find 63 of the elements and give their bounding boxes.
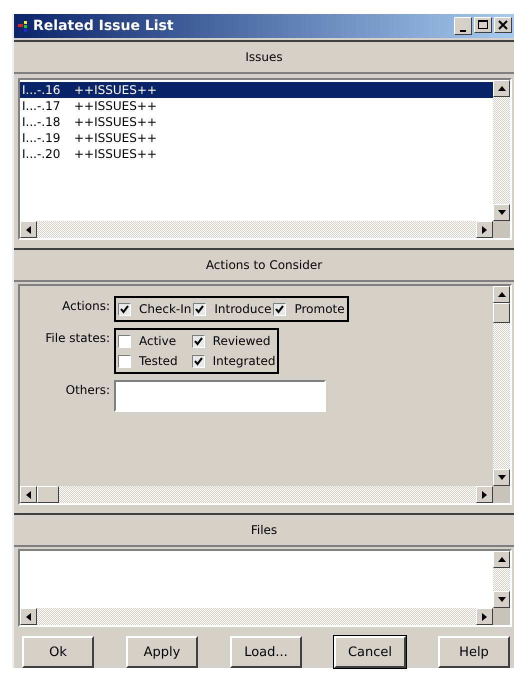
checkmark-icon [192,356,204,366]
field-label: File states: [44,330,110,345]
field-label: Others: [64,382,110,397]
scroll-thumb[interactable] [493,303,510,323]
scroll-left-button[interactable] [20,608,37,625]
arrow-up-icon [498,86,506,91]
issue-row[interactable]: I...-.16 ++ISSUES++ [20,82,493,98]
minimize-icon [460,30,466,32]
scroll-left-button[interactable] [20,486,37,503]
scroll-right-button[interactable] [476,486,493,503]
checkmark-icon [274,304,286,314]
checkbox[interactable]: Promote [273,299,345,319]
arrow-right-icon [482,226,487,234]
arrow-right-icon [482,490,487,498]
scroll-down-button[interactable] [493,204,510,221]
checkbox[interactable]: Introduce [193,299,272,319]
arrow-left-icon [26,612,31,620]
issue-row[interactable]: I...-.20 ++ISSUES++ [20,146,493,162]
section-header: Actions to Consider [206,258,322,272]
scroll-up-button[interactable] [493,80,510,97]
close-button[interactable] [494,17,512,33]
checkbox[interactable]: Integrated [192,351,276,371]
scroll-down-button[interactable] [493,591,510,608]
arrow-right-icon [482,612,487,620]
issue-row[interactable]: I...-.18 ++ISSUES++ [20,114,493,130]
checkmark-icon [119,304,130,314]
field-label: Actions: [61,298,110,313]
section-header: Issues [245,50,283,64]
maximize-icon [478,20,488,30]
arrow-up-icon [498,557,506,562]
issue-row[interactable]: I...-.17 ++ISSUES++ [20,98,493,114]
scroll-up-button[interactable] [493,551,510,568]
scroll-right-button[interactable] [476,221,493,238]
scroll-thumb[interactable] [37,486,59,503]
checkbox[interactable]: Active [118,331,178,351]
section-header: Files [250,523,278,537]
scroll-up-button[interactable] [493,286,510,303]
minimize-button[interactable] [454,17,472,35]
app-icon [18,20,30,32]
dialog-button[interactable]: Help [438,636,510,668]
arrow-down-icon [498,597,506,602]
dialog-button[interactable]: Apply [126,636,198,668]
scroll-down-button[interactable] [493,469,510,486]
checkbox[interactable]: Reviewed [192,331,276,351]
arrow-up-icon [498,292,506,297]
checkmark-icon [192,336,204,346]
checkbox[interactable]: Check-In [118,299,192,319]
others-field[interactable] [114,380,326,412]
arrow-left-icon [26,226,31,234]
dialog-button[interactable]: Load... [230,636,302,668]
window-title: Related Issue List [33,18,175,34]
close-icon [498,20,508,30]
scroll-right-button[interactable] [476,608,493,625]
maximize-button[interactable] [474,17,492,33]
dialog-button[interactable]: Cancel [334,636,406,668]
issue-row[interactable]: I...-.19 ++ISSUES++ [20,130,493,146]
scroll-left-button[interactable] [20,221,37,238]
checkbox[interactable]: Tested [118,351,178,371]
arrow-down-icon [498,210,506,215]
arrow-left-icon [26,490,31,498]
dialog-button[interactable]: Ok [22,636,94,668]
checkmark-icon [194,304,206,314]
arrow-down-icon [498,475,506,480]
